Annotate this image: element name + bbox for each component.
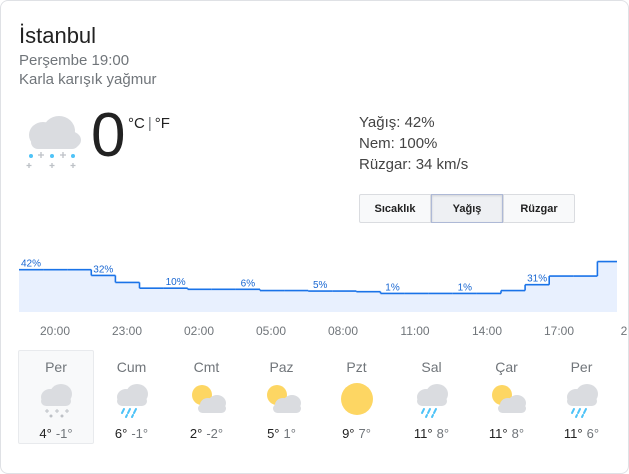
day-name: Pzt bbox=[346, 359, 367, 375]
rain-cloud-icon bbox=[116, 384, 148, 418]
current-temperature: 0 bbox=[91, 101, 126, 170]
precipitation-label: 42% bbox=[21, 259, 41, 270]
partly-cloudy-icon bbox=[266, 385, 301, 413]
day-low: 7° bbox=[358, 426, 371, 441]
precipitation-label: 1% bbox=[458, 282, 473, 293]
precipitation-label: 56% bbox=[597, 259, 617, 262]
day-high: 11° bbox=[488, 426, 508, 441]
day-low: -2° bbox=[206, 426, 224, 441]
day-high: 11° bbox=[413, 426, 433, 441]
precipitation-label: 31% bbox=[527, 274, 547, 285]
weather-card: İstanbul Perşembe 19:00 Karla karışık ya… bbox=[0, 0, 629, 474]
day-temps: 11° 8° bbox=[395, 426, 468, 441]
tab-precipitation[interactable]: Yağış bbox=[431, 194, 503, 223]
day-temps: 5° 1° bbox=[245, 426, 318, 441]
day-high: 6° bbox=[114, 426, 128, 441]
wind-stat: Rüzgar: 34 km/s bbox=[359, 156, 469, 173]
hour-label: 05:00 bbox=[255, 324, 287, 338]
partly-cloudy-icon bbox=[191, 385, 226, 413]
day-forecast-6[interactable]: Çar 11° 8° bbox=[469, 350, 544, 444]
day-high: 4° bbox=[39, 426, 52, 441]
hour-label: 23:00 bbox=[111, 324, 143, 338]
day-high: 2° bbox=[189, 426, 203, 441]
sleet-cloud-icon bbox=[26, 116, 81, 168]
precipitation-stat: Yağış: 42% bbox=[359, 114, 435, 131]
tab-temperature[interactable]: Sıcaklık bbox=[359, 194, 431, 223]
precipitation-label: 1% bbox=[385, 282, 400, 293]
hour-label: 02:00 bbox=[183, 324, 215, 338]
hour-label: 20:00 bbox=[39, 324, 71, 338]
precipitation-label: 6% bbox=[241, 278, 256, 289]
hour-label: 14:00 bbox=[471, 324, 503, 338]
sleet-icon bbox=[41, 384, 72, 418]
day-forecast-0[interactable]: Per 4° -1° bbox=[18, 350, 94, 444]
hour-label: 2 bbox=[620, 324, 628, 338]
day-name: Sal bbox=[421, 359, 442, 375]
day-name: Per bbox=[45, 359, 67, 375]
precipitation-label: 10% bbox=[166, 277, 186, 288]
day-forecast-4[interactable]: Pzt 9° 7° bbox=[319, 350, 394, 444]
day-temps: 11° 6° bbox=[545, 426, 618, 441]
precipitation-label: 32% bbox=[93, 264, 113, 275]
day-high: 5° bbox=[267, 426, 280, 441]
precipitation-label: 5% bbox=[313, 280, 328, 291]
day-forecast-7[interactable]: Per 11° 6° bbox=[544, 350, 619, 444]
day-forecast-5[interactable]: Sal 11° 8° bbox=[394, 350, 469, 444]
weather-stats: Yağış: 42% Nem: 100% Rüzgar: 34 km/s bbox=[359, 112, 468, 175]
sunny-icon bbox=[340, 383, 373, 415]
hour-axis: 20:00 23:00 02:00 05:00 08:00 11:00 14:00 17:00… bbox=[1, 324, 628, 340]
day-low: 1° bbox=[283, 426, 296, 441]
day-temps: 2° -2° bbox=[170, 426, 243, 441]
day-name: Paz bbox=[269, 359, 294, 375]
rain-cloud-icon bbox=[416, 384, 448, 418]
day-name: Cmt bbox=[193, 359, 220, 375]
unit-separator: | bbox=[147, 115, 152, 132]
day-low: 8° bbox=[511, 426, 525, 441]
hour-label: 08:00 bbox=[327, 324, 359, 338]
hour-label: 17:00 bbox=[543, 324, 575, 338]
rain-cloud-icon bbox=[566, 384, 598, 418]
partly-cloudy-icon bbox=[491, 385, 526, 413]
day-temps: 11° 8° bbox=[470, 426, 543, 441]
day-high: 11° bbox=[563, 426, 583, 441]
day-low: -1° bbox=[55, 426, 73, 441]
day-forecast-3[interactable]: Paz 5° 1° bbox=[244, 350, 319, 444]
precipitation-chart: 42% 32% 10% 6% 5% 1% 1% 31% 56% bbox=[19, 259, 617, 312]
tab-wind[interactable]: Rüzgar bbox=[503, 194, 575, 223]
unit-celsius[interactable]: °C bbox=[128, 115, 145, 132]
day-temps: 4° -1° bbox=[19, 426, 93, 441]
day-temps: 9° 7° bbox=[320, 426, 393, 441]
condition-text: Karla karışık yağmur bbox=[19, 71, 157, 88]
day-forecast-1[interactable]: Cum 6° -1° bbox=[94, 350, 169, 444]
chart-tabs: Sıcaklık Yağış Rüzgar bbox=[359, 194, 575, 223]
date-time: Perşembe 19:00 bbox=[19, 52, 130, 69]
day-low: 6° bbox=[586, 426, 600, 441]
hour-label: 11:00 bbox=[400, 324, 430, 338]
unit-switch: °C | °F bbox=[128, 115, 170, 132]
day-name: Cum bbox=[116, 359, 147, 375]
day-low: 8° bbox=[436, 426, 450, 441]
day-name: Çar bbox=[495, 359, 518, 375]
day-forecast-2[interactable]: Cmt 2° -2° bbox=[169, 350, 244, 444]
humidity-stat: Nem: 100% bbox=[359, 135, 438, 152]
day-name: Per bbox=[570, 359, 593, 375]
location-title: İstanbul bbox=[19, 23, 97, 48]
day-low: -1° bbox=[131, 426, 149, 441]
unit-fahrenheit[interactable]: °F bbox=[155, 115, 170, 132]
day-high: 9° bbox=[342, 426, 355, 441]
daily-forecast: Per 4° -1° Cum 6° -1° Cmt 2° -2° Paz 5° 1° Pzt 9° 7° Sa… bbox=[18, 350, 619, 444]
day-temps: 6° -1° bbox=[95, 426, 168, 441]
